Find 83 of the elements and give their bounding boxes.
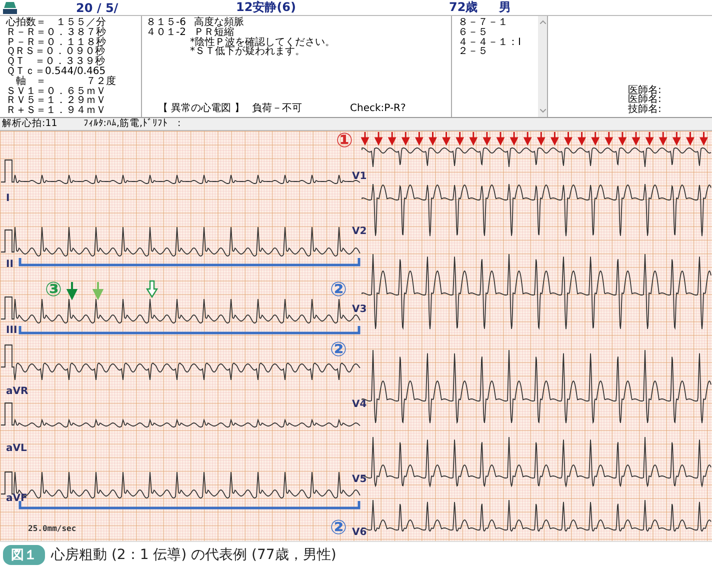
arrow-icon — [496, 131, 504, 146]
lead-label: III — [6, 325, 18, 336]
arrow-icon — [524, 131, 532, 146]
measurement-text: Ｐ－Ｒ＝０．１１８秒 — [6, 38, 107, 48]
measurement-text: ＲＶ５＝１．２９ｍＶ — [6, 96, 107, 106]
patient-age: 72歳 — [449, 0, 479, 16]
circled-number: ① — [336, 129, 353, 151]
lead-label: aVF — [6, 493, 28, 504]
circled-number: ② — [330, 278, 347, 300]
lead-label: aVL — [6, 443, 27, 454]
scrollbar[interactable] — [538, 16, 547, 117]
arrow-icon — [537, 131, 545, 146]
arrow-icon — [374, 131, 382, 146]
lead-label: V1 — [352, 171, 367, 182]
arrow-icon — [564, 131, 572, 146]
arrow-icon — [659, 131, 667, 146]
arrow-icon — [618, 131, 626, 146]
arrow-icon — [456, 131, 464, 146]
arrow-icon — [93, 281, 103, 300]
measurement-text: Ｒ－Ｒ＝０．３８７秒 — [6, 28, 107, 38]
signature-label: 技師名: — [628, 105, 662, 115]
caption-text: 心房粗動 (2：1 伝導) の代表例 (77歳，男性) — [51, 546, 336, 564]
signature-label: 医師名: — [628, 86, 662, 96]
exam-date: 20 / 5/ — [76, 0, 120, 14]
arrow-icon — [592, 131, 600, 146]
patient-sex: 男 — [499, 0, 511, 16]
arrow-icon — [146, 280, 158, 298]
down-caret-icon[interactable] — [540, 109, 546, 113]
printer-icon[interactable] — [2, 0, 18, 14]
lead-label: V2 — [352, 226, 367, 237]
arrow-icon — [67, 281, 77, 300]
up-caret-icon[interactable] — [540, 20, 546, 24]
minnesota-code: ４－４－１：Ⅰ — [458, 38, 522, 48]
lead-label: V4 — [352, 399, 367, 410]
filter-text: ﾌｨﾙﾀ:ﾊﾑ,筋電,ﾄﾞﾘﾌﾄ : — [83, 118, 181, 130]
classification-text: 【 異常の心電図 】 — [158, 104, 246, 114]
lead-label: I — [6, 193, 10, 204]
measurement-text: 心拍数＝ １５５／分 — [6, 18, 107, 28]
recording-label: 12安静(6) — [236, 0, 298, 16]
circled-number: ③ — [45, 278, 62, 300]
arrow-icon — [550, 131, 558, 146]
figure-badge: 図１ — [3, 544, 45, 564]
measurement-text: ＳＶ１＝０．６５ｍＶ — [6, 86, 107, 96]
paper-speed: 25.0mm/sec — [28, 524, 76, 533]
circled-number: ② — [330, 338, 347, 360]
arrow-icon — [415, 131, 423, 146]
arrow-icon — [632, 131, 640, 146]
minnesota-code: ６－５ — [458, 28, 489, 38]
lead-label: V5 — [352, 474, 367, 485]
arrow-icon — [646, 131, 654, 146]
arrow-icon — [510, 131, 518, 146]
arrow-icon — [483, 131, 491, 146]
arrow-icon — [388, 131, 396, 146]
finding-text: 高度な頻脈 — [194, 17, 244, 28]
arrow-icon — [686, 131, 694, 146]
minnesota-code: ８－７－１ — [458, 18, 509, 28]
load-text: 負荷－不可 — [252, 104, 303, 114]
circled-number: ② — [330, 516, 347, 538]
lead-label: V3 — [352, 304, 367, 315]
arrow-icon — [605, 131, 613, 146]
arrow-icon — [442, 131, 450, 146]
minnesota-code: ２－５ — [458, 47, 489, 58]
measurement-text: ＱＴ ＝０．３３９秒 — [6, 57, 106, 67]
comment-text: *陰性Ｐ波を確認してください。 — [189, 38, 336, 48]
arrow-icon — [402, 131, 410, 146]
comment-text: *ＳＴ低下が疑われます。 — [189, 47, 305, 58]
measurement-text: ＱＴｃ＝0.544/0.465 — [6, 66, 106, 77]
arrow-icon — [578, 131, 586, 146]
arrow-icon — [700, 131, 708, 146]
finding-code: ４０１-2 — [146, 28, 187, 38]
beats-text: 解析心拍:11 — [2, 118, 58, 130]
lead-label: aVR — [6, 386, 28, 397]
arrow-icon — [672, 131, 680, 146]
measurement-text: 軸 ＝ ７２度 — [15, 76, 117, 87]
measurement-text: Ｒ＋Ｓ＝１．９４ｍＶ — [6, 106, 107, 116]
lead-label: V6 — [352, 527, 367, 538]
finding-text: ＰＲ短縮 — [194, 26, 234, 38]
check-text: Check:P-R? — [350, 104, 406, 114]
arrow-icon — [361, 131, 369, 146]
finding-code: ８１５-6 — [146, 18, 187, 28]
lead-label: II — [6, 259, 14, 270]
arrow-icon — [470, 131, 478, 146]
arrow-icon — [429, 131, 436, 146]
